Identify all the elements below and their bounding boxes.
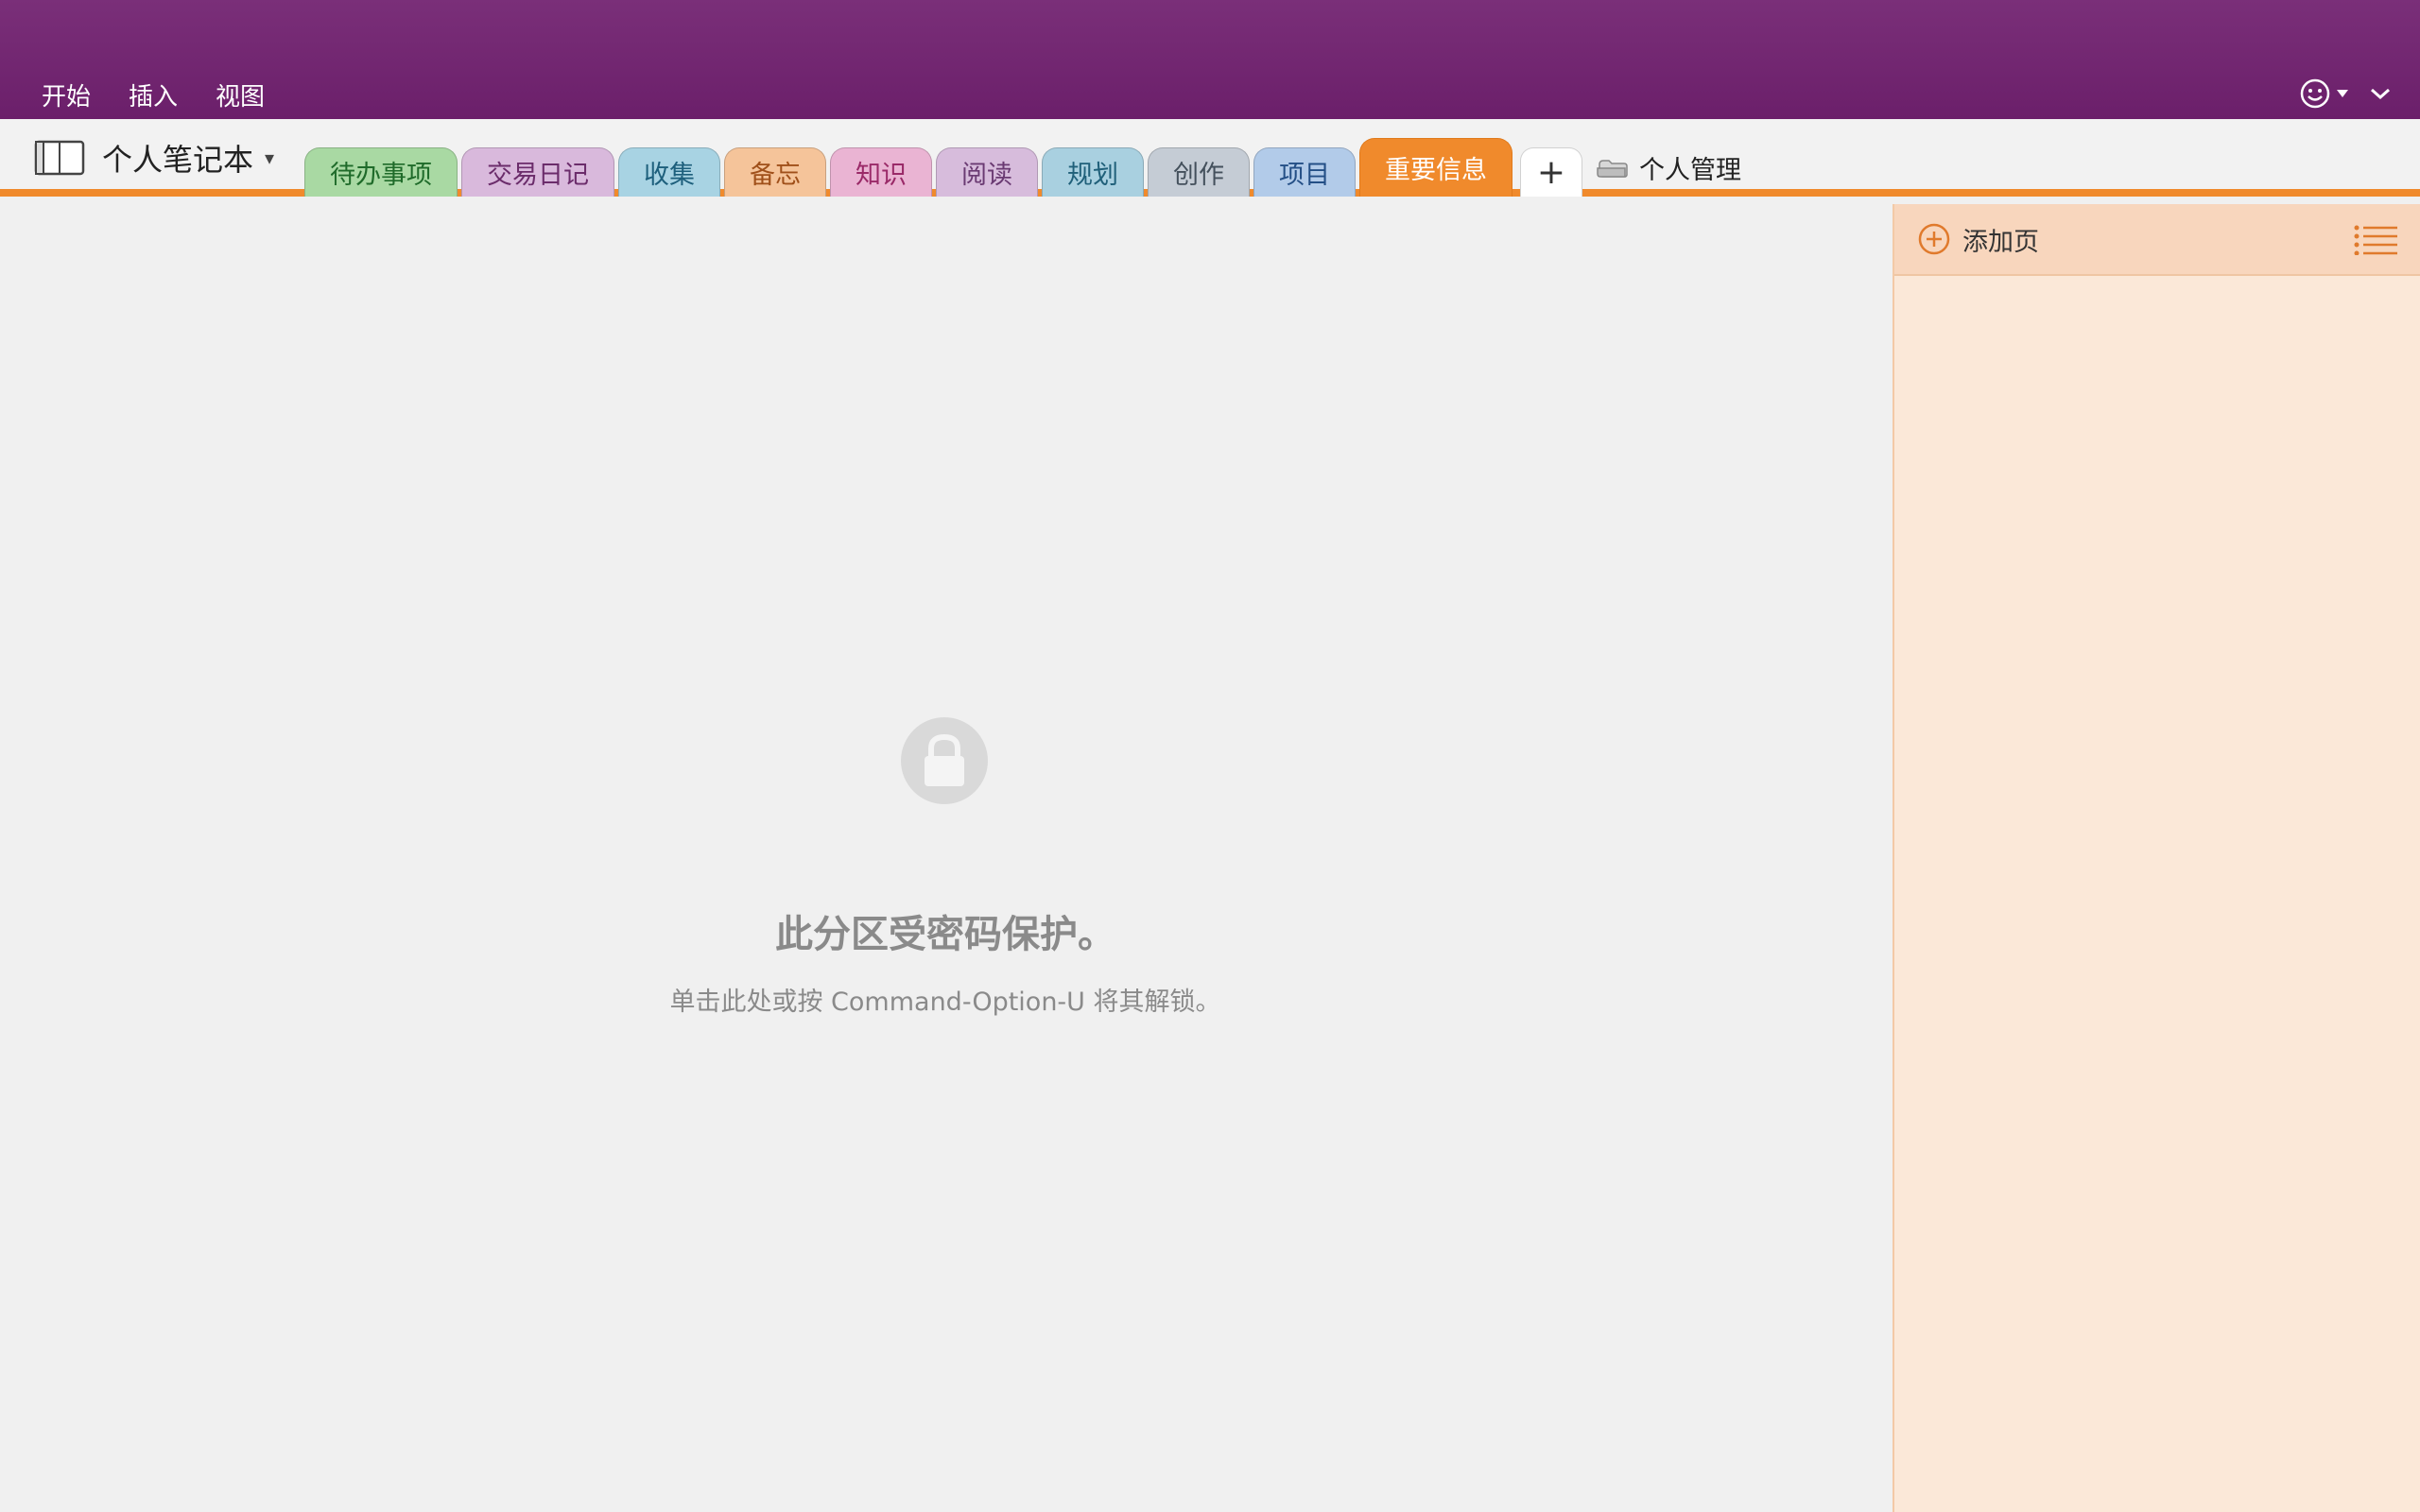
section-group-icon	[1597, 159, 1628, 178]
section-group-personal-management[interactable]: 个人管理	[1596, 149, 1741, 186]
plus-circle-icon	[1918, 223, 1950, 255]
list-icon	[2354, 225, 2397, 256]
ribbon-tabs: 开始 插入 视图	[23, 77, 284, 112]
ribbon-tab-insert[interactable]: 插入	[110, 77, 197, 112]
section-tab[interactable]: 知识	[830, 147, 932, 197]
collapse-ribbon-button[interactable]	[2369, 86, 2392, 101]
section-tab[interactable]: 项目	[1253, 147, 1356, 197]
ribbon-tab-view[interactable]: 视图	[197, 77, 284, 112]
caret-down-icon	[2337, 90, 2348, 97]
section-tab[interactable]: 备忘	[724, 147, 826, 197]
section-tab[interactable]: 交易日记	[461, 147, 614, 197]
add-section-button[interactable]: +	[1520, 147, 1582, 197]
locked-section-title: 此分区受密码保护。	[775, 913, 1115, 956]
section-tab-strip: 个人笔记本 ▾ 待办事项 交易日记 收集 备忘 知识 阅读 规划 创作 项目 重要信息 + 个人管理	[0, 119, 2420, 197]
section-tab[interactable]: 重要信息	[1359, 138, 1512, 197]
section-tab[interactable]: 待办事项	[304, 147, 458, 197]
notebook-caret-icon: ▾	[265, 146, 275, 169]
smiley-icon	[2300, 78, 2330, 109]
section-tab[interactable]: 阅读	[936, 147, 1038, 197]
page-list-header: 添加页	[1894, 204, 2420, 276]
section-tab[interactable]: 收集	[618, 147, 720, 197]
section-tabs: 待办事项 交易日记 收集 备忘 知识 阅读 规划 创作 项目 重要信息 +	[304, 138, 1582, 197]
section-tab[interactable]: 创作	[1148, 147, 1250, 197]
ribbon-tab-home[interactable]: 开始	[23, 77, 110, 112]
topbar-controls	[2299, 77, 2392, 110]
section-tab[interactable]: 规划	[1042, 147, 1144, 197]
title-bar: 开始 插入 视图	[0, 0, 2420, 119]
lock-icon[interactable]	[900, 716, 989, 805]
page-list-view-button[interactable]	[2354, 225, 2397, 259]
unlock-hint[interactable]: 单击此处或按 Command-Option-U 将其解锁。	[0, 981, 1891, 1018]
chevron-down-icon	[2371, 88, 2390, 100]
notebook-switcher[interactable]: 个人笔记本 ▾	[34, 136, 274, 180]
add-page-label: 添加页	[1962, 227, 2039, 257]
notebook-icon	[34, 140, 85, 176]
feedback-button[interactable]	[2299, 77, 2348, 110]
page-canvas[interactable]: 此分区受密码保护。 单击此处或按 Command-Option-U 将其解锁。	[0, 204, 1893, 1512]
section-group-label: 个人管理	[1639, 156, 1741, 185]
page-list-pane: 添加页	[1893, 204, 2420, 1512]
notebook-title: 个人笔记本	[102, 142, 254, 178]
add-page-button[interactable]: 添加页	[1917, 221, 2039, 258]
